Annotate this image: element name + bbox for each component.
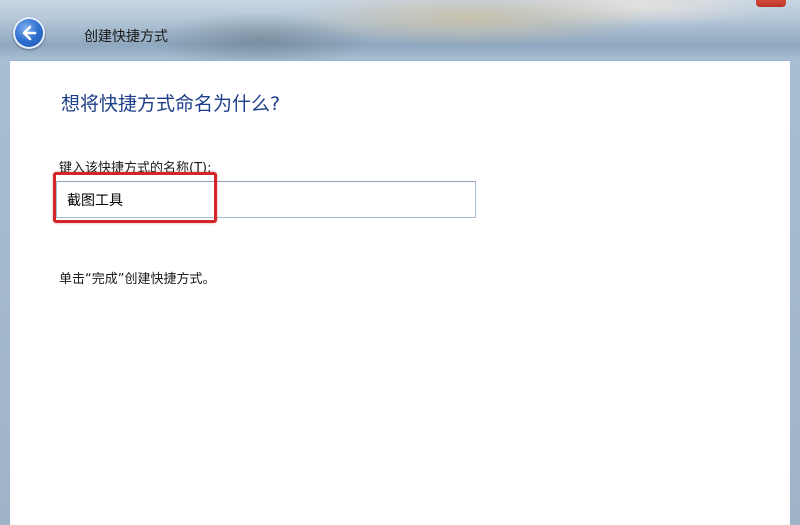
back-arrow-icon [22, 25, 37, 41]
page-heading: 想将快捷方式命名为什么? [61, 93, 281, 115]
window-title: 创建快捷方式 [84, 29, 168, 45]
shortcut-name-label: 键入该快捷方式的名称(T): [59, 161, 212, 176]
back-button[interactable] [13, 17, 45, 49]
close-button[interactable] [756, 0, 786, 7]
finish-hint-text: 单击“完成”创建快捷方式。 [59, 272, 216, 287]
wizard-content: 想将快捷方式命名为什么? 键入该快捷方式的名称(T): 单击“完成”创建快捷方式… [10, 60, 790, 525]
shortcut-name-input[interactable] [56, 181, 476, 218]
